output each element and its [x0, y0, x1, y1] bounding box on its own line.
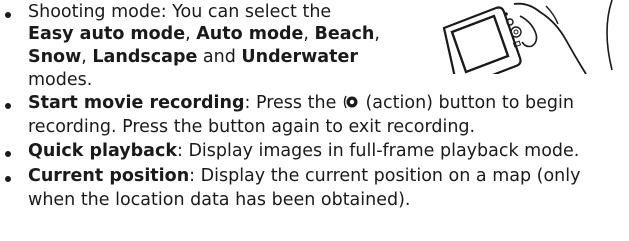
body-text: : Display images in full-frame playback …: [177, 141, 580, 161]
bold-term: Beach: [314, 24, 375, 44]
bold-term: Quick playback: [28, 141, 177, 161]
bullet-dot: [5, 12, 11, 18]
bullet-dot: [5, 176, 11, 182]
bullet-line: Shooting mode: You can select the: [28, 1, 331, 23]
body-text: recording. Press the button again to exi…: [28, 117, 476, 137]
bullet-line: Start movie recording: Press the (action…: [28, 92, 574, 116]
body-text: and: [197, 47, 242, 67]
body-text: ,: [303, 24, 315, 44]
bullet-dot: [5, 151, 11, 157]
body-text: ,: [374, 24, 380, 44]
bullet-line: Easy auto mode, Auto mode, Beach,: [28, 23, 380, 45]
body-text: when the location data has been obtained…: [28, 190, 411, 210]
body-text: : Press the: [244, 93, 342, 113]
bullet-dot: [5, 103, 11, 109]
body-text: ,: [81, 47, 93, 67]
bold-term: Auto mode: [196, 24, 304, 44]
bullet-line: recording. Press the button again to exi…: [28, 116, 475, 138]
body-text: : Display the current position on a map …: [189, 166, 581, 186]
bullet-line: modes.: [28, 69, 92, 91]
bold-term: Current position: [28, 166, 190, 186]
body-text: Shooting mode: You can select the: [28, 2, 332, 22]
body-text: ,: [185, 24, 197, 44]
bullet-line: Current position: Display the current po…: [28, 165, 581, 187]
bullet-line: Quick playback: Display images in full-f…: [28, 140, 579, 162]
bullet-line: Snow, Landscape and Underwater: [28, 46, 358, 68]
body-text: modes.: [28, 70, 93, 90]
action-button-icon: [342, 94, 360, 116]
body-text: (action) button to begin: [359, 93, 574, 113]
bold-term: Landscape: [92, 47, 198, 67]
bold-term: Start movie recording: [28, 93, 245, 113]
manual-page: Shooting mode: You can select the Easy au…: [0, 0, 629, 241]
camera-in-hand-illustration: [436, 0, 629, 88]
bullet-line: when the location data has been obtained…: [28, 189, 411, 211]
bold-term: Snow: [28, 47, 82, 67]
bold-term: Easy auto mode: [28, 24, 186, 44]
bold-term: Underwater: [241, 47, 358, 67]
